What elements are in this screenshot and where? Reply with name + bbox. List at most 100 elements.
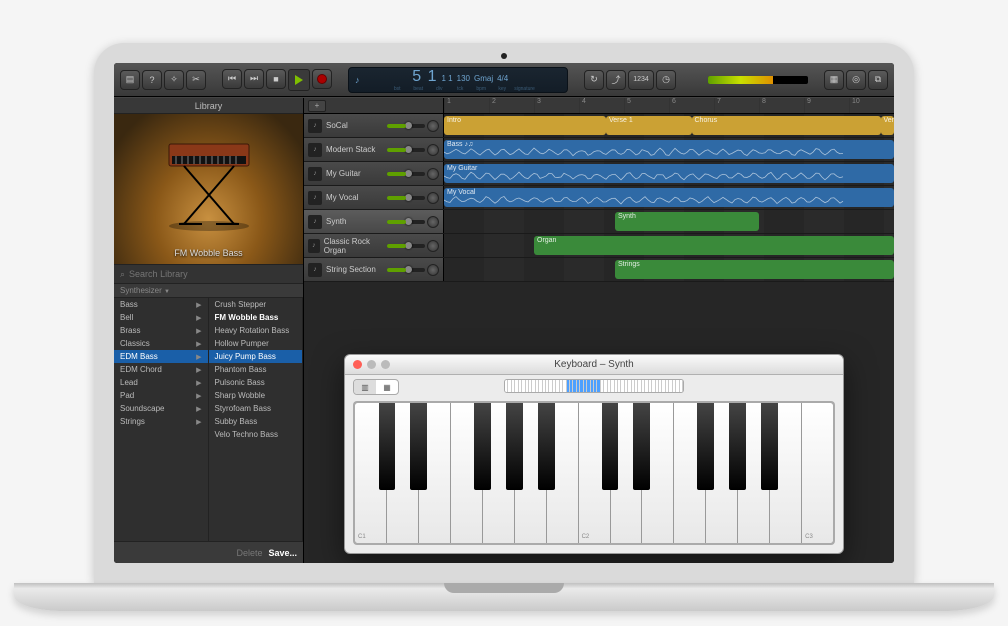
track-lane[interactable]: IntroVerse 1ChorusVerse [444, 114, 894, 137]
track-volume-slider[interactable] [387, 196, 425, 200]
library-item[interactable]: Subby Bass [209, 415, 303, 428]
smart-controls-button[interactable]: ✧ [164, 70, 184, 90]
track-lane[interactable]: Organ [444, 234, 894, 257]
master-volume-meter[interactable] [708, 76, 808, 84]
region[interactable]: My Guitar [444, 164, 894, 183]
black-key[interactable] [410, 403, 427, 490]
library-category-header[interactable]: Synthesizer ▼ [114, 284, 303, 298]
track-header[interactable]: ♪SoCal [304, 114, 444, 137]
track-row[interactable]: ♪Modern StackBass ♪♫ [304, 138, 894, 162]
track-volume-slider[interactable] [387, 220, 425, 224]
library-column-1[interactable]: Bass▶Bell▶Brass▶Classics▶EDM Bass▶EDM Ch… [114, 298, 209, 541]
library-item[interactable]: Bass▶ [114, 298, 208, 311]
black-key[interactable] [729, 403, 746, 490]
track-row[interactable]: ♪My VocalMy Vocal [304, 186, 894, 210]
track-header[interactable]: ♪Modern Stack [304, 138, 444, 161]
track-lane[interactable]: My Guitar [444, 162, 894, 185]
black-key[interactable] [506, 403, 523, 490]
record-button[interactable] [312, 69, 332, 89]
editor-button[interactable]: ✂ [186, 70, 206, 90]
track-pan-knob[interactable] [427, 216, 439, 228]
track-row[interactable]: ♪String SectionStrings [304, 258, 894, 282]
count-in-button[interactable]: 1234 [628, 70, 654, 90]
track-volume-slider[interactable] [387, 148, 425, 152]
black-key[interactable] [697, 403, 714, 490]
loops-button[interactable]: ◎ [846, 70, 866, 90]
track-header[interactable]: ♪My Guitar [304, 162, 444, 185]
keyboard-mode-toggle[interactable]: ▥ ▦ [353, 379, 399, 395]
track-pan-knob[interactable] [427, 264, 439, 276]
tuner-button[interactable]: ⤴ [606, 70, 626, 90]
track-lane[interactable]: Strings [444, 258, 894, 281]
library-item[interactable]: Pad▶ [114, 389, 208, 402]
track-volume-slider[interactable] [387, 172, 425, 176]
library-search-input[interactable] [129, 269, 297, 279]
library-item[interactable]: Bell▶ [114, 311, 208, 324]
library-item[interactable]: Crush Stepper [209, 298, 303, 311]
library-item[interactable]: EDM Bass▶ [114, 350, 208, 363]
library-item[interactable]: Pulsonic Bass [209, 376, 303, 389]
stop-button[interactable]: ■ [266, 69, 286, 89]
rewind-button[interactable]: ⏮ [222, 69, 242, 89]
metronome-button[interactable]: ◷ [656, 70, 676, 90]
library-item[interactable]: Phantom Bass [209, 363, 303, 376]
track-row[interactable]: ♪Synth Synth [304, 210, 894, 234]
track-header[interactable]: ♪Synth [304, 210, 444, 233]
bar-ruler[interactable]: 12345678910 [444, 98, 894, 113]
add-track-button[interactable]: + [308, 100, 326, 112]
region[interactable]: Organ [534, 236, 894, 255]
media-button[interactable]: ⧉ [868, 70, 888, 90]
library-item[interactable]: Sharp Wobble [209, 389, 303, 402]
region[interactable]: Verse [881, 116, 895, 135]
keyboard-range-selector[interactable] [504, 379, 684, 393]
track-lane[interactable]: Bass ♪♫ [444, 138, 894, 161]
region[interactable]: Synth [615, 212, 759, 231]
library-item[interactable]: Juicy Pump Bass [209, 350, 303, 363]
track-pan-knob[interactable] [427, 168, 439, 180]
black-key[interactable] [602, 403, 619, 490]
save-button[interactable]: Save... [268, 548, 297, 558]
help-button[interactable]: ? [142, 70, 162, 90]
library-item[interactable]: Strings▶ [114, 415, 208, 428]
keyboard-mode-typing[interactable]: ▦ [376, 380, 398, 394]
library-item[interactable]: Styrofoam Bass [209, 402, 303, 415]
track-lane[interactable]: My Vocal [444, 186, 894, 209]
keyboard-window[interactable]: Keyboard – Synth ▥ ▦ C1C2C3 [344, 354, 844, 554]
region[interactable]: Chorus [692, 116, 881, 135]
track-volume-slider[interactable] [387, 124, 425, 128]
track-volume-slider[interactable] [387, 244, 425, 248]
track-header[interactable]: ♪My Vocal [304, 186, 444, 209]
black-key[interactable] [761, 403, 778, 490]
library-item[interactable]: Soundscape▶ [114, 402, 208, 415]
track-header[interactable]: ♪String Section [304, 258, 444, 281]
track-pan-knob[interactable] [427, 192, 439, 204]
black-key[interactable] [379, 403, 396, 490]
library-item[interactable]: Velo Techno Bass [209, 428, 303, 441]
library-item[interactable]: Brass▶ [114, 324, 208, 337]
library-item[interactable]: Hollow Pumper [209, 337, 303, 350]
library-toggle-button[interactable]: ▤ [120, 70, 140, 90]
track-row[interactable]: ♪My GuitarMy Guitar [304, 162, 894, 186]
region[interactable]: Bass ♪♫ [444, 140, 894, 159]
forward-button[interactable]: ⏭ [244, 69, 264, 89]
delete-button[interactable]: Delete [236, 548, 262, 558]
track-volume-slider[interactable] [387, 268, 425, 272]
library-item[interactable]: Lead▶ [114, 376, 208, 389]
black-key[interactable] [474, 403, 491, 490]
piano-keyboard[interactable]: C1C2C3 [355, 403, 833, 543]
track-row[interactable]: ♪Classic Rock Organ Organ [304, 234, 894, 258]
region[interactable]: My Vocal [444, 188, 894, 207]
lcd-display[interactable]: ♪ 5 1 1 1 130 Gmaj 4/4 bstbeatdivtckbpmk… [348, 67, 568, 93]
notepad-button[interactable]: ▦ [824, 70, 844, 90]
black-key[interactable] [538, 403, 555, 490]
track-pan-knob[interactable] [427, 120, 439, 132]
cycle-button[interactable]: ↻ [584, 70, 604, 90]
keyboard-mode-musical[interactable]: ▥ [354, 380, 376, 394]
keyboard-titlebar[interactable]: Keyboard – Synth [345, 355, 843, 375]
track-header[interactable]: ♪Classic Rock Organ [304, 234, 444, 257]
library-item[interactable]: Classics▶ [114, 337, 208, 350]
library-column-2[interactable]: Crush StepperFM Wobble BassHeavy Rotatio… [209, 298, 304, 541]
track-pan-knob[interactable] [427, 144, 439, 156]
track-pan-knob[interactable] [427, 240, 439, 252]
black-key[interactable] [633, 403, 650, 490]
